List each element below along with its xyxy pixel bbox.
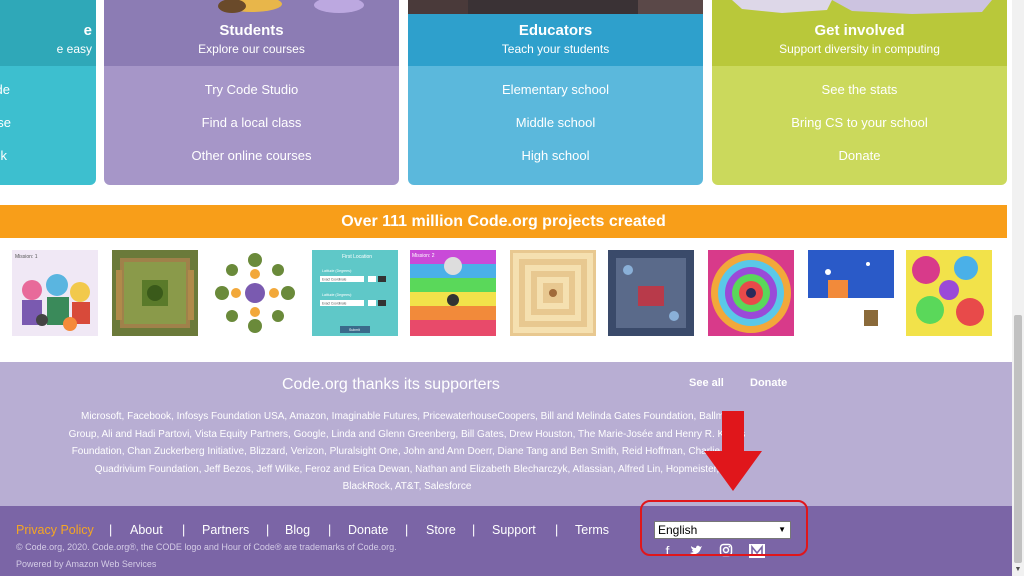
thumb-4-image: First Location Latitude (Degrees): Exact… bbox=[312, 250, 398, 336]
link-find-local-class[interactable]: Find a local class bbox=[104, 115, 399, 130]
supporters-title: Code.org thanks its supporters bbox=[282, 376, 500, 393]
see-all-link[interactable]: See all bbox=[689, 377, 724, 389]
scroll-down-arrow-icon[interactable]: ▼ bbox=[1012, 566, 1024, 576]
link-bring-cs-to-school[interactable]: Bring CS to your school bbox=[712, 115, 1007, 130]
card-educators: Educators Teach your students Elementary… bbox=[408, 0, 703, 185]
page: e e easy de rse k Students Explore our c… bbox=[0, 0, 1024, 576]
card-educators-header: Educators Teach your students bbox=[408, 0, 703, 66]
gallery-thumb-2[interactable] bbox=[112, 250, 198, 336]
thumb-4-title: First Location bbox=[342, 254, 372, 260]
thumb-3-image bbox=[212, 250, 298, 336]
link-try-code-studio[interactable]: Try Code Studio bbox=[104, 82, 399, 97]
thumb-8-image bbox=[708, 250, 794, 336]
students-header-image bbox=[104, 0, 399, 14]
supporters-line: Foundation, Chan Zuckerberg Initiative, … bbox=[71, 446, 743, 457]
supporters-line: BlackRock, AT&T, Salesforce bbox=[342, 481, 472, 492]
supporters-list: Microsoft, Facebook, Infosys Foundation … bbox=[12, 408, 802, 496]
thumb-2-image bbox=[112, 250, 198, 336]
thumb-4-submit: Submit bbox=[349, 328, 360, 332]
footer-about-link[interactable]: About bbox=[130, 523, 163, 537]
scrollbar-thumb[interactable] bbox=[1014, 315, 1022, 563]
thumb-5-image: Mission: 2 bbox=[410, 250, 496, 336]
gallery-thumb-4[interactable]: First Location Latitude (Degrees): Exact… bbox=[312, 250, 398, 336]
footer-separator: | bbox=[555, 523, 559, 537]
thumb-5-label: Mission: 2 bbox=[412, 253, 435, 259]
footer-store-link[interactable]: Store bbox=[426, 523, 456, 537]
supporters-line: Quadrivium Foundation, Jeff Bezos, Jeff … bbox=[94, 463, 720, 475]
footer-separator: | bbox=[109, 523, 113, 537]
projects-created-banner: Over 111 million Code.org projects creat… bbox=[0, 205, 1007, 238]
thumb-4-input-1: Exact Coordinate bbox=[322, 278, 347, 282]
card-involved-subtitle: Support diversity in computing bbox=[779, 42, 940, 56]
card-hoc-link-2[interactable]: rse bbox=[0, 115, 96, 130]
card-educators-title: Educators bbox=[518, 22, 593, 39]
footer-separator: | bbox=[266, 523, 270, 537]
vertical-scrollbar[interactable]: ▼ bbox=[1012, 0, 1024, 576]
card-educators-subtitle: Teach your students bbox=[501, 42, 610, 56]
educators-header-image bbox=[408, 0, 703, 14]
link-middle-school[interactable]: Middle school bbox=[408, 115, 703, 130]
card-get-involved: Get involved Support diversity in comput… bbox=[712, 0, 1007, 185]
card-hoc-link-1[interactable]: de bbox=[0, 82, 96, 97]
supporters-line: Microsoft, Facebook, Infosys Foundation … bbox=[81, 411, 733, 422]
card-hoc-subtitle: e easy bbox=[56, 42, 92, 56]
footer-donate-link[interactable]: Donate bbox=[348, 523, 388, 537]
gallery-thumb-6[interactable] bbox=[510, 250, 596, 336]
thumb-4-input-2: Exact Coordinate bbox=[322, 302, 347, 306]
card-hoc-header: e e easy bbox=[0, 0, 96, 66]
footer-separator: | bbox=[328, 523, 332, 537]
gallery-thumb-8[interactable] bbox=[708, 250, 794, 336]
thumb-4-label-1: Latitude (Degrees): bbox=[322, 269, 352, 273]
card-involved-title: Get involved bbox=[814, 22, 905, 39]
supporters-donate-link[interactable]: Donate bbox=[750, 377, 787, 389]
footer-privacy-policy-link[interactable]: Privacy Policy bbox=[16, 523, 94, 537]
card-hoc-title: e bbox=[83, 22, 92, 39]
link-other-online-courses[interactable]: Other online courses bbox=[104, 148, 399, 163]
card-students-title: Students bbox=[219, 22, 284, 39]
card-hoc-link-3[interactable]: k bbox=[0, 148, 96, 163]
thumb-1-image: Mission: 1 bbox=[12, 250, 98, 336]
thumb-4-label-2: Latitude (Degrees): bbox=[322, 293, 352, 297]
link-high-school[interactable]: High school bbox=[408, 148, 703, 163]
thumb-10-image bbox=[906, 250, 992, 336]
footer-copyright: © Code.org, 2020. Code.org®, the CODE lo… bbox=[16, 542, 397, 552]
thumb-1-label: Mission: 1 bbox=[15, 254, 38, 260]
gallery-thumb-3[interactable] bbox=[212, 250, 298, 336]
card-students-header: Students Explore our courses bbox=[104, 0, 399, 66]
highlight-box-annotation bbox=[640, 500, 808, 556]
footer-terms-link[interactable]: Terms bbox=[575, 523, 609, 537]
thumb-6-image bbox=[510, 250, 596, 336]
card-students: Students Explore our courses Try Code St… bbox=[104, 0, 399, 185]
card-involved-header: Get involved Support diversity in comput… bbox=[712, 0, 1007, 66]
footer-separator: | bbox=[405, 523, 409, 537]
gallery-thumb-10[interactable] bbox=[906, 250, 992, 336]
footer-partners-link[interactable]: Partners bbox=[202, 523, 249, 537]
gallery-thumb-1[interactable]: Mission: 1 bbox=[12, 250, 98, 336]
gallery-thumb-5[interactable]: Mission: 2 bbox=[410, 250, 496, 336]
card-students-subtitle: Explore our courses bbox=[198, 42, 305, 56]
link-see-the-stats[interactable]: See the stats bbox=[712, 82, 1007, 97]
involved-header-map-image bbox=[712, 0, 1007, 14]
supporters-section: Code.org thanks its supporters See all D… bbox=[0, 362, 1012, 506]
footer-powered-by: Powered by Amazon Web Services bbox=[16, 559, 157, 569]
gallery-thumb-7[interactable] bbox=[608, 250, 694, 336]
link-elementary-school[interactable]: Elementary school bbox=[408, 82, 703, 97]
thumb-9-image bbox=[808, 250, 894, 336]
link-involved-donate[interactable]: Donate bbox=[712, 148, 1007, 163]
card-hour-of-code: e e easy de rse k bbox=[0, 0, 96, 185]
footer: Privacy Policy | About | Partners | Blog… bbox=[0, 506, 1012, 576]
footer-separator: | bbox=[472, 523, 476, 537]
thumb-7-image bbox=[608, 250, 694, 336]
down-arrow-annotation-icon bbox=[704, 411, 762, 491]
footer-separator: | bbox=[182, 523, 186, 537]
footer-blog-link[interactable]: Blog bbox=[285, 523, 310, 537]
gallery-thumb-9[interactable] bbox=[808, 250, 894, 336]
supporters-line: Group, Ali and Hadi Partovi, Vista Equit… bbox=[68, 428, 746, 440]
footer-support-link[interactable]: Support bbox=[492, 523, 536, 537]
